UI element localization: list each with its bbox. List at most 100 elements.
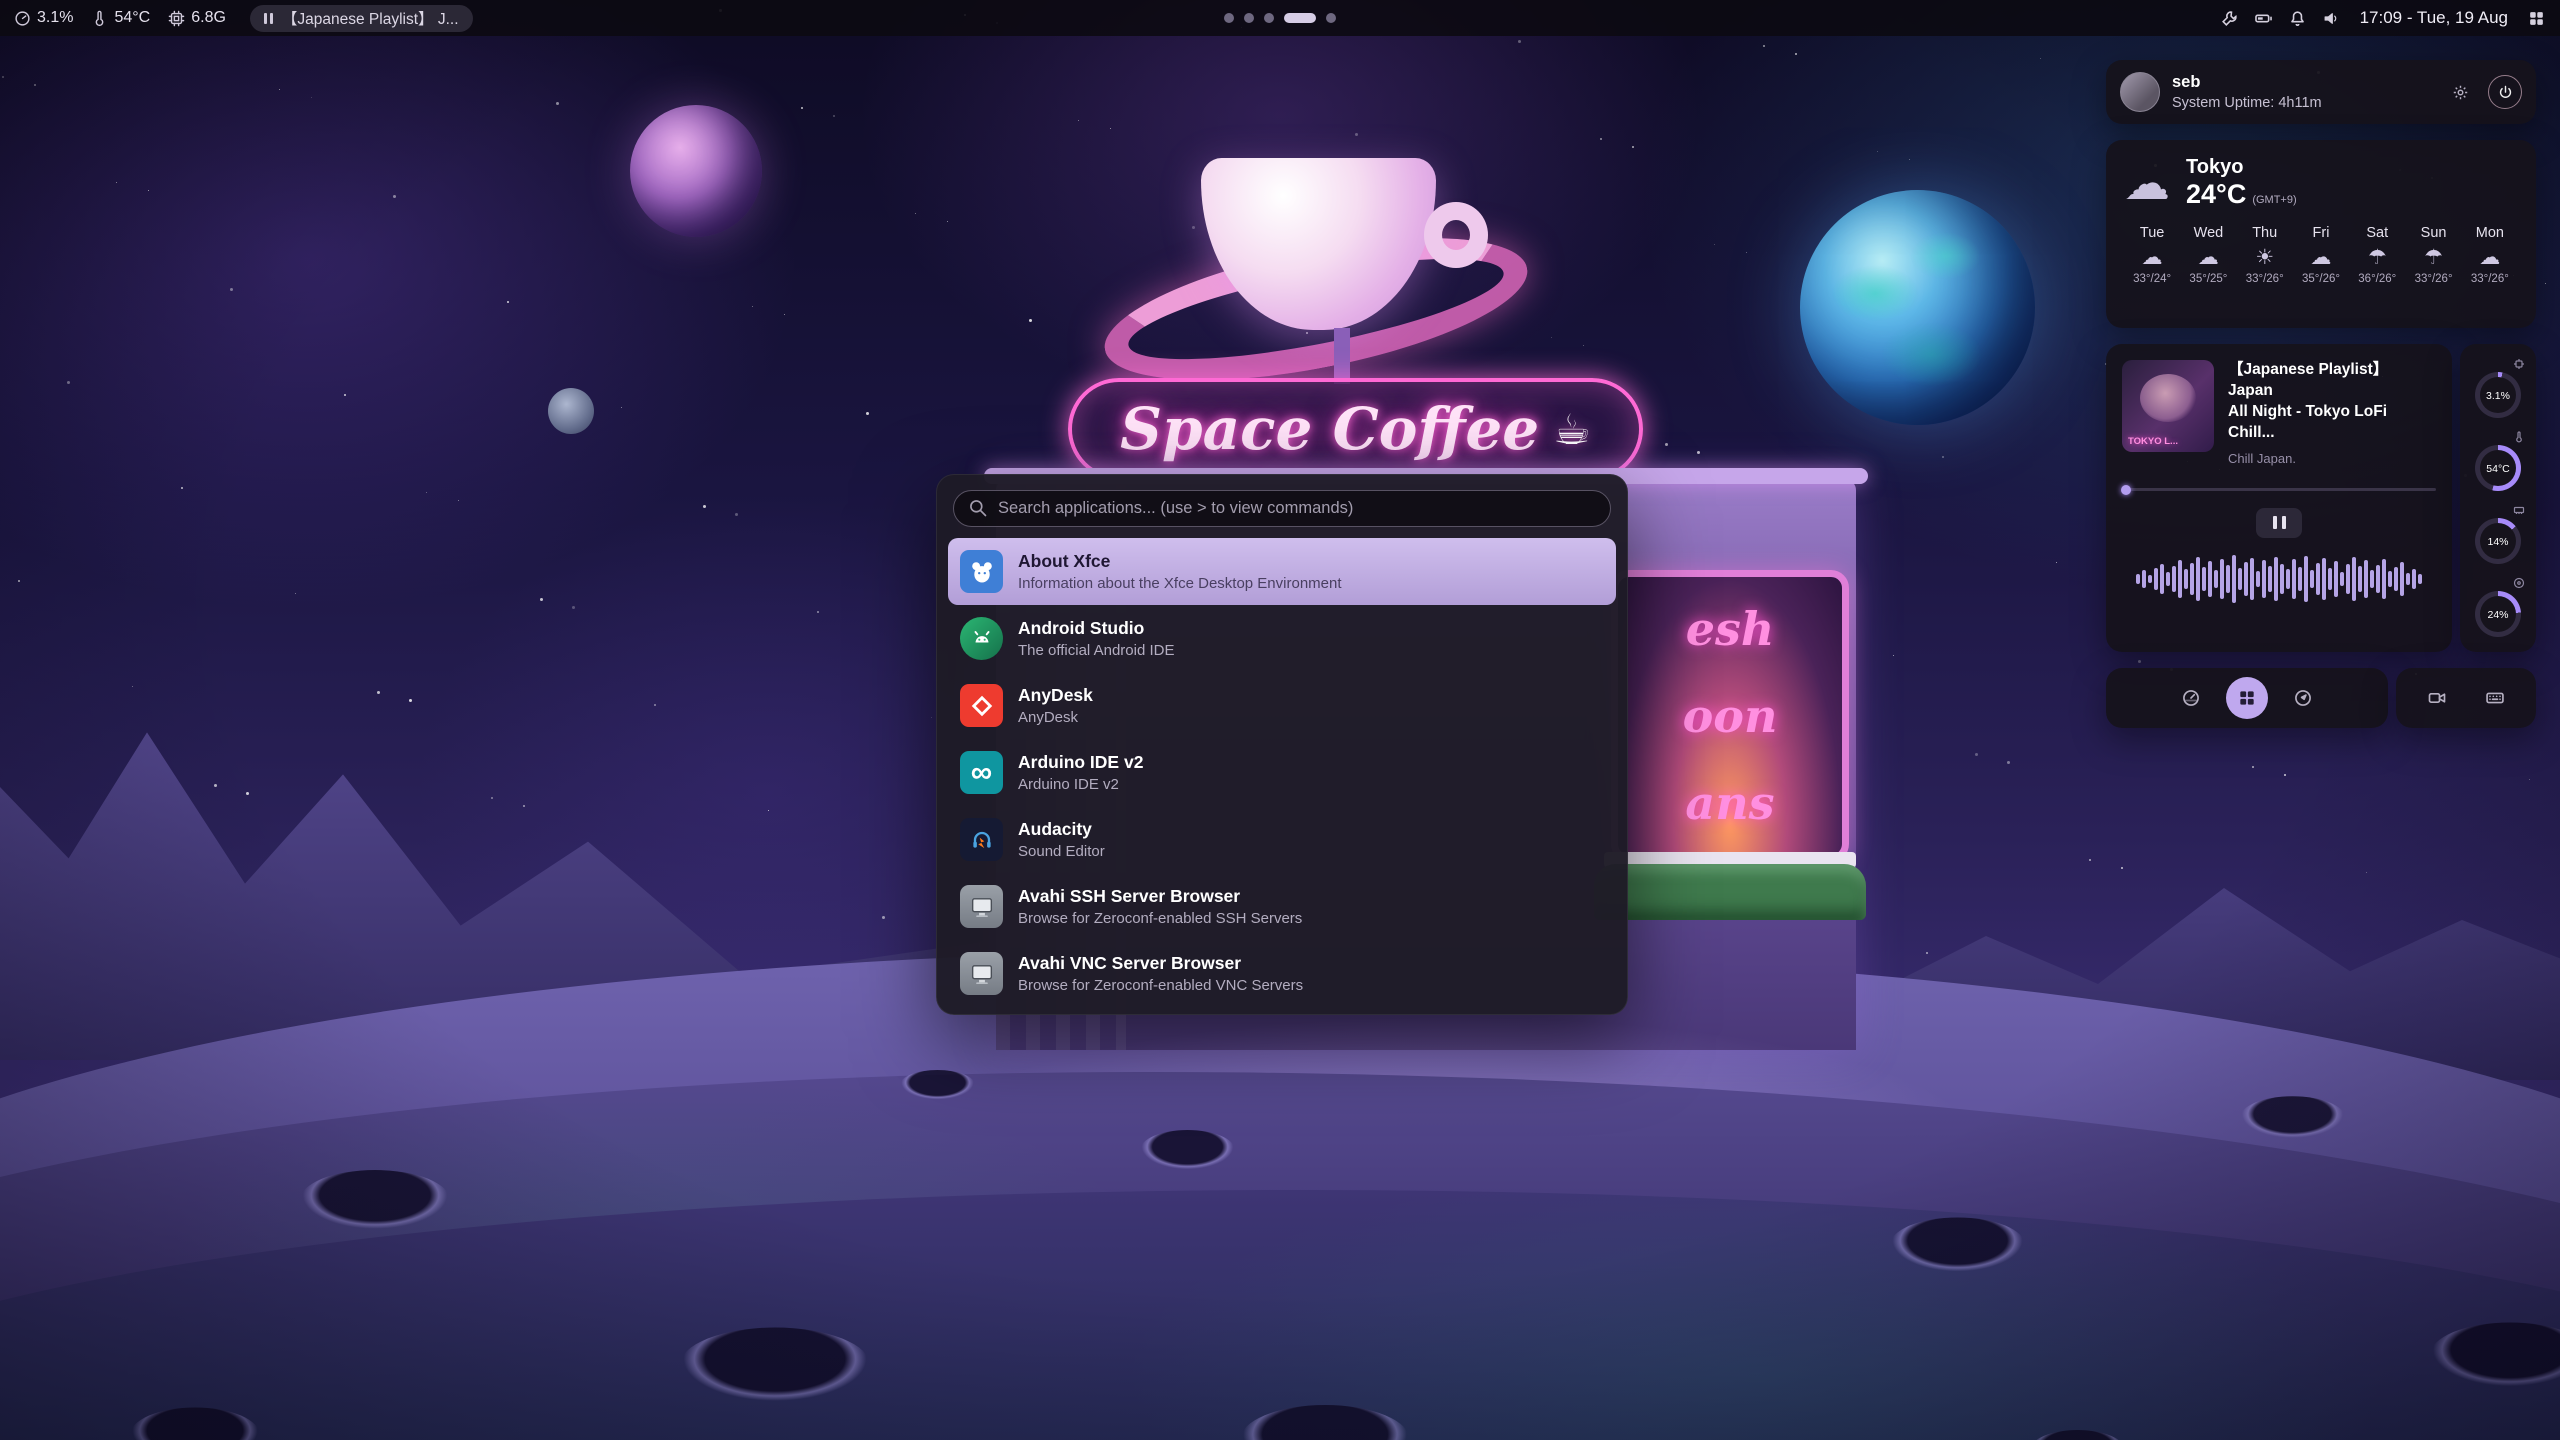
waveform-bar (2388, 571, 2392, 587)
apps-grid-icon[interactable] (2527, 9, 2546, 28)
memory-chip-icon (168, 10, 185, 27)
power-button[interactable] (2488, 75, 2522, 109)
workspace-dot[interactable] (1326, 13, 1336, 23)
app-name: Avahi VNC Server Browser (1018, 953, 1303, 974)
star (230, 288, 233, 291)
workspace-dot[interactable] (1284, 13, 1316, 23)
forecast-day: Sun☂33°/26° (2405, 225, 2461, 285)
app-desc: Browse for Zeroconf-enabled VNC Servers (1018, 977, 1303, 994)
cpu-gauge-icon (14, 10, 31, 27)
screen-record-button[interactable] (2416, 677, 2458, 719)
star (458, 500, 459, 501)
app-name: Audacity (1018, 819, 1105, 840)
star (2056, 562, 2057, 563)
star (1877, 151, 1878, 152)
star (1518, 40, 1521, 43)
star (1110, 128, 1111, 129)
star (752, 306, 753, 307)
search-icon (968, 498, 988, 518)
app-item-avahi-vnc[interactable]: Avahi VNC Server Browser Browse for Zero… (948, 940, 1616, 1007)
waveform-bar (2358, 566, 2362, 592)
temperature-stat: 54°C (91, 9, 150, 27)
media-info-row: TOKYO L... 【Japanese Playlist】 Japan All… (2122, 360, 2436, 466)
seek-knob[interactable] (2121, 485, 2131, 495)
star (1078, 120, 1079, 121)
waveform-bar (2196, 557, 2200, 601)
temperature-icon (2513, 431, 2525, 443)
disk-gauge: 24% (2471, 577, 2525, 639)
star (817, 611, 819, 613)
settings-button[interactable] (2444, 76, 2476, 108)
audacity-headphones-icon (960, 818, 1003, 861)
star (703, 505, 706, 508)
waveform-bar (2400, 562, 2404, 596)
topbar-right-group: 17:09 - Tue, 19 Aug (2220, 8, 2546, 28)
star (491, 797, 493, 799)
workspace-dot[interactable] (1224, 13, 1234, 23)
app-item-avahi-ssh[interactable]: Avahi SSH Server Browser Browse for Zero… (948, 873, 1616, 940)
waveform-bar (2328, 568, 2332, 590)
thermometer-icon (91, 10, 108, 27)
seek-bar[interactable] (2122, 485, 2436, 495)
anydesk-diamond-icon (960, 684, 1003, 727)
keyboard-button[interactable] (2474, 677, 2516, 719)
star (311, 97, 312, 98)
star (523, 805, 525, 807)
star (393, 195, 396, 198)
apps-icon (2237, 688, 2257, 708)
waveform-bar (2238, 568, 2242, 590)
waveform-bar (2286, 569, 2290, 589)
star (426, 492, 427, 493)
waveform-bar (2346, 564, 2350, 594)
star (2138, 660, 2141, 663)
tools-icon[interactable] (2220, 9, 2239, 28)
temperature-stat-label: 54°C (114, 9, 150, 27)
clock[interactable]: 17:09 - Tue, 19 Aug (2360, 8, 2508, 28)
waveform-bar (2376, 565, 2380, 593)
star (784, 314, 785, 315)
star (735, 513, 738, 516)
waveform-bar (2412, 569, 2416, 589)
forecast-day: Wed☁35°/25° (2180, 225, 2236, 285)
waveform-bar (2340, 572, 2344, 586)
app-item-audacity[interactable]: Audacity Sound Editor (948, 806, 1616, 873)
waveform-bar (2178, 560, 2182, 598)
pause-button[interactable] (2256, 508, 2302, 538)
star (344, 394, 346, 396)
bell-icon[interactable] (2288, 9, 2307, 28)
app-name: About Xfce (1018, 551, 1342, 572)
app-item-arduino-ide[interactable]: ∞ Arduino IDE v2 Arduino IDE v2 (948, 739, 1616, 806)
star (2252, 766, 2254, 768)
topbar-media-widget[interactable]: 【Japanese Playlist】 J... (250, 5, 473, 32)
app-item-texts: AnyDesk AnyDesk (1018, 685, 1093, 726)
compass-button[interactable] (2282, 677, 2324, 719)
app-item-about-xfce[interactable]: About Xfce Information about the Xfce De… (948, 538, 1616, 605)
app-item-android-studio[interactable]: Android Studio The official Android IDE (948, 605, 1616, 672)
star (1926, 952, 1928, 954)
app-item-texts: Avahi VNC Server Browser Browse for Zero… (1018, 953, 1303, 994)
weather-timezone: (GMT+9) (2252, 194, 2296, 206)
waveform-bar (2226, 565, 2230, 593)
top-bar: 3.1% 54°C 6.8G 【Japanese Playlist】 J... … (0, 0, 2560, 36)
star (801, 107, 803, 109)
dashboard-button[interactable] (2170, 677, 2212, 719)
search-input[interactable] (953, 490, 1611, 527)
shop-window: esh oon ans (1611, 570, 1849, 862)
workspace-dot[interactable] (1244, 13, 1254, 23)
star (572, 606, 575, 609)
waveform-bar (2172, 566, 2176, 592)
battery-icon[interactable] (2254, 9, 2273, 28)
app-desc: Sound Editor (1018, 843, 1105, 860)
waveform-bar (2220, 559, 2224, 599)
avatar (2120, 72, 2160, 112)
app-item-anydesk[interactable]: AnyDesk AnyDesk (948, 672, 1616, 739)
workspace-dot[interactable] (1264, 13, 1274, 23)
waveform-bar (2268, 566, 2272, 592)
profile-texts: seb System Uptime: 4h11m (2172, 73, 2322, 111)
star (2529, 779, 2530, 780)
gauge-value: 54°C (2475, 463, 2521, 475)
star (866, 412, 869, 415)
waveform-bar (2310, 570, 2314, 588)
launcher-toggle-button[interactable] (2226, 677, 2268, 719)
volume-icon[interactable] (2322, 9, 2341, 28)
